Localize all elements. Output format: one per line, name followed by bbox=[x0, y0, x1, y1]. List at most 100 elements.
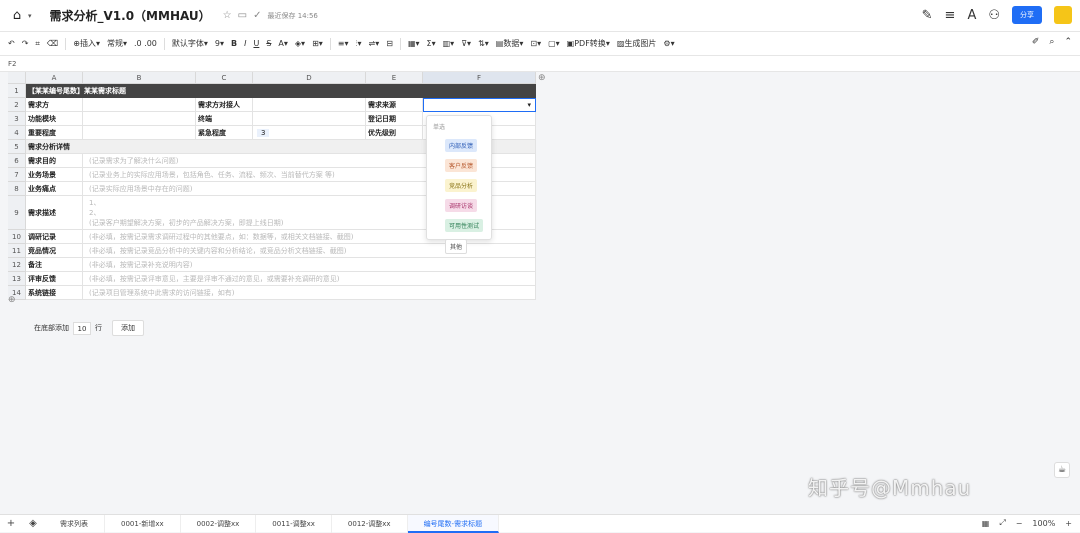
option-tag[interactable]: 可用性测试 bbox=[445, 219, 483, 232]
corner-cell[interactable] bbox=[8, 72, 26, 84]
add-row-icon[interactable]: ⊕ bbox=[8, 295, 16, 305]
value-cell[interactable] bbox=[253, 112, 366, 126]
title-cell[interactable]: 【某某编号尾数】某某需求标题 bbox=[26, 84, 536, 98]
table-icon[interactable]: ▦▾ bbox=[408, 39, 420, 48]
label-cell[interactable]: 调研记录 bbox=[26, 230, 83, 244]
data-menu[interactable]: ▤ 数据 ▾ bbox=[496, 38, 524, 49]
text-style-icon[interactable]: A bbox=[967, 8, 976, 23]
option-tag[interactable]: 调研访谈 bbox=[445, 199, 477, 212]
sum-icon[interactable]: Σ▾ bbox=[427, 39, 436, 48]
label-cell[interactable]: 业务场景 bbox=[26, 168, 83, 182]
sheet-tab[interactable]: 0012-调整xx bbox=[332, 515, 408, 533]
column-header-c[interactable]: C bbox=[196, 72, 253, 84]
lock-icon[interactable]: ⊡▾ bbox=[530, 39, 541, 48]
insert-button[interactable]: ⊕ 插入 ▾ bbox=[73, 38, 100, 49]
underline-icon[interactable]: U bbox=[253, 39, 259, 48]
merge-icon[interactable]: ⊟ bbox=[386, 39, 393, 48]
sheet-tab-active[interactable]: 编号尾数-需求标题 bbox=[408, 515, 500, 533]
option-tag[interactable]: 其他 bbox=[445, 239, 467, 254]
placeholder-cell[interactable]: (非必填，按需记录补充说明内容) bbox=[83, 258, 536, 272]
font-color-icon[interactable]: A▾ bbox=[278, 39, 288, 48]
align-left-icon[interactable]: ≡▾ bbox=[338, 39, 349, 48]
label-cell[interactable]: 功能模块 bbox=[26, 112, 83, 126]
italic-icon[interactable]: I bbox=[244, 39, 246, 48]
label-cell[interactable]: 需求方 bbox=[26, 98, 83, 112]
undo-icon[interactable]: ↶ bbox=[8, 39, 15, 48]
share-button[interactable]: 分享 bbox=[1012, 6, 1042, 24]
format-select[interactable]: 常规 ▾ bbox=[107, 38, 127, 49]
label-cell[interactable]: 登记日期 bbox=[366, 112, 423, 126]
edit-icon[interactable]: ✎ bbox=[922, 8, 933, 23]
value-cell[interactable]: 3 bbox=[253, 126, 366, 140]
home-icon[interactable]: ⌂ bbox=[8, 7, 26, 25]
image-button[interactable]: ▨ 生成图片 bbox=[617, 38, 657, 49]
option-tag[interactable]: 竞品分析 bbox=[445, 179, 477, 192]
column-header-b[interactable]: B bbox=[83, 72, 196, 84]
pdf-button[interactable]: ▣ PDF转换 ▾ bbox=[567, 38, 610, 49]
font-select[interactable]: 默认字体 ▾ bbox=[172, 38, 208, 49]
label-cell[interactable]: 备注 bbox=[26, 258, 83, 272]
zoom-in-icon[interactable]: + bbox=[1065, 519, 1072, 528]
label-cell[interactable]: 重要程度 bbox=[26, 126, 83, 140]
label-cell[interactable]: 终端 bbox=[196, 112, 253, 126]
source-select-cell[interactable]: ▾ bbox=[423, 98, 536, 112]
grid-view-icon[interactable]: ▦ bbox=[982, 519, 990, 528]
strikethrough-icon[interactable]: S bbox=[266, 39, 271, 48]
filter-icon[interactable]: ⊽▾ bbox=[461, 39, 471, 48]
label-cell[interactable]: 需求描述 bbox=[26, 196, 83, 230]
search-icon[interactable]: ⌕ bbox=[1049, 37, 1054, 47]
column-header-f[interactable]: F bbox=[423, 72, 536, 84]
column-header-d[interactable]: D bbox=[253, 72, 366, 84]
placeholder-cell[interactable]: (非必填，按需记录评审意见，主要是评审不通过的意见，或需要补充调研的意见) bbox=[83, 272, 536, 286]
avatar[interactable] bbox=[1054, 6, 1072, 24]
value-cell[interactable] bbox=[83, 112, 196, 126]
redo-icon[interactable]: ↷ bbox=[22, 39, 29, 48]
zoom-out-icon[interactable]: − bbox=[1016, 519, 1023, 528]
chart-icon[interactable]: ▥▾ bbox=[443, 39, 455, 48]
chevron-down-icon[interactable]: ▾ bbox=[527, 101, 531, 109]
value-cell[interactable] bbox=[83, 98, 196, 112]
star-icon[interactable]: ☆ bbox=[223, 10, 232, 21]
value-cell[interactable] bbox=[83, 126, 196, 140]
column-header-e[interactable]: E bbox=[366, 72, 423, 84]
menu-icon[interactable]: ≡ bbox=[945, 8, 956, 23]
sheets-list-icon[interactable]: ◈ bbox=[22, 518, 44, 529]
label-cell[interactable]: 竞品情况 bbox=[26, 244, 83, 258]
brush-icon[interactable]: ✐ bbox=[1032, 37, 1040, 47]
sheet-tab[interactable]: 0001-新增xx bbox=[105, 515, 181, 533]
option-tag[interactable]: 内部反馈 bbox=[445, 139, 477, 152]
placeholder-cell[interactable]: (非必填，按需记录竞品分析中的关键内容和分析结论，或竞品分析文档链接、截图) bbox=[83, 244, 536, 258]
placeholder-cell[interactable]: (记录项目管理系统中此需求的访问链接，如有) bbox=[83, 286, 536, 300]
bold-icon[interactable]: B bbox=[231, 39, 237, 48]
label-cell[interactable]: 系统链接 bbox=[26, 286, 83, 300]
sort-icon[interactable]: ⇅▾ bbox=[478, 39, 489, 48]
align-middle-icon[interactable]: ⫶▾ bbox=[356, 39, 362, 49]
comment-icon[interactable]: ▢▾ bbox=[548, 39, 560, 48]
value-cell[interactable] bbox=[253, 98, 366, 112]
row-count-input[interactable]: 10 bbox=[73, 322, 91, 335]
collapse-icon[interactable]: ⌃ bbox=[1064, 37, 1072, 47]
decimal-icon[interactable]: .0 .00 bbox=[134, 39, 157, 48]
cell-reference[interactable]: F2 bbox=[0, 56, 1080, 72]
sheet-tab[interactable]: 0002-调整xx bbox=[181, 515, 257, 533]
label-cell[interactable]: 需求方对接人 bbox=[196, 98, 253, 112]
label-cell[interactable]: 业务痛点 bbox=[26, 182, 83, 196]
assistant-icon[interactable]: ☕ bbox=[1054, 462, 1070, 478]
label-cell[interactable]: 评审反馈 bbox=[26, 272, 83, 286]
clear-format-icon[interactable]: ⌫ bbox=[47, 39, 58, 48]
fill-color-icon[interactable]: ◈▾ bbox=[295, 39, 305, 48]
folder-icon[interactable]: ▭ bbox=[238, 10, 247, 21]
label-cell[interactable]: 紧急程度 bbox=[196, 126, 253, 140]
chevron-down-icon[interactable]: ▾ bbox=[28, 12, 32, 20]
option-tag[interactable]: 客户反馈 bbox=[445, 159, 477, 172]
plugin-icon[interactable]: ⚙▾ bbox=[663, 39, 674, 48]
add-rows-button[interactable]: 添加 bbox=[112, 320, 144, 336]
add-sheet-icon[interactable]: + bbox=[0, 518, 22, 529]
column-header-a[interactable]: A bbox=[26, 72, 83, 84]
label-cell[interactable]: 需求来源 bbox=[366, 98, 423, 112]
border-icon[interactable]: ⊞▾ bbox=[312, 39, 323, 48]
zoom-level[interactable]: 100% bbox=[1032, 519, 1055, 528]
fullscreen-icon[interactable]: ⤢ bbox=[999, 518, 1005, 528]
font-size-select[interactable]: 9 ▾ bbox=[215, 39, 224, 48]
wrap-icon[interactable]: ⇌▾ bbox=[369, 39, 380, 48]
